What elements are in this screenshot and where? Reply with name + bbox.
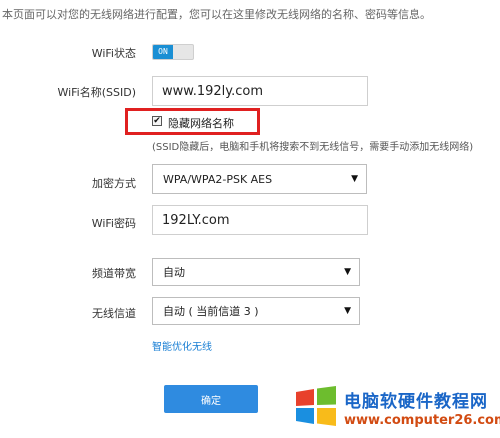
bandwidth-select[interactable]: 自动 ▼ [152,258,360,286]
encryption-value: WPA/WPA2-PSK AES [163,172,273,186]
ssid-input[interactable]: www.192ly.com [152,76,368,106]
watermark-url: www.computer26.com [344,413,500,428]
bandwidth-label: 频道带宽 [92,267,136,280]
hide-ssid-highlight: ✔ 隐藏网络名称 [125,108,260,135]
encryption-select[interactable]: WPA/WPA2-PSK AES ▼ [152,164,367,194]
channel-value: 自动 ( 当前信道 3 ) [163,305,259,318]
channel-label: 无线信道 [92,307,136,320]
ssid-value: www.192ly.com [162,83,263,99]
hide-ssid-hint: (SSID隐藏后，电脑和手机将搜索不到无线信号，需要手动添加无线网络) [152,142,474,153]
channel-select[interactable]: 自动 ( 当前信道 3 ) ▼ [152,297,360,325]
chevron-down-icon: ▼ [351,174,358,184]
wifi-status-toggle[interactable]: ON [152,44,194,60]
chevron-down-icon: ▼ [344,306,351,316]
windows-logo-icon [296,386,336,426]
watermark-title: 电脑软硬件教程网 [344,392,488,412]
page-intro: 本页面可以对您的无线网络进行配置，您可以在这里修改无线网络的名称、密码等信息。 [2,8,431,21]
toggle-on-text: ON [153,45,173,59]
ssid-label: WiFi名称(SSID) [57,86,136,99]
encryption-label: 加密方式 [92,177,136,190]
hide-ssid-label[interactable]: 隐藏网络名称 [168,115,234,131]
password-input[interactable]: 192LY.com [152,205,368,235]
wifi-status-label: WiFi状态 [91,47,136,60]
hide-ssid-checkbox[interactable]: ✔ [152,116,162,126]
smart-optimize-link[interactable]: 智能优化无线 [152,338,212,353]
password-value: 192LY.com [162,212,230,228]
bandwidth-value: 自动 [163,266,185,279]
confirm-button[interactable]: 确定 [164,385,258,413]
chevron-down-icon: ▼ [344,267,351,277]
password-label: WiFi密码 [91,217,136,230]
